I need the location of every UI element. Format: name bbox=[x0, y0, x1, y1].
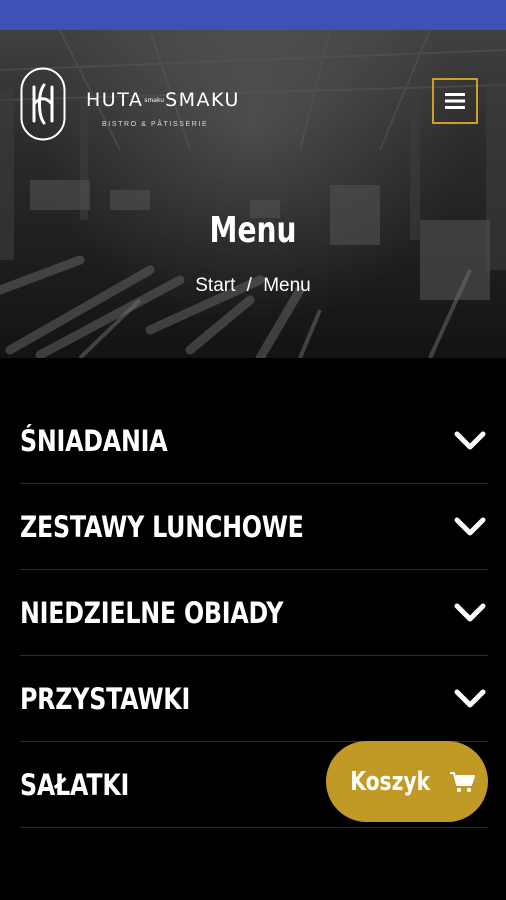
status-bar bbox=[0, 0, 506, 30]
hamburger-menu-button[interactable] bbox=[432, 78, 478, 124]
chevron-down-icon[interactable] bbox=[452, 681, 488, 717]
menu-category-label: PRZYSTAWKI bbox=[20, 681, 191, 716]
menu-category-niedzielne-obiady[interactable]: NIEDZIELNE OBIADY bbox=[20, 570, 488, 656]
menu-category-zestawy-lunchowe[interactable]: ZESTAWY LUNCHOWE bbox=[20, 484, 488, 570]
menu-category-przystawki[interactable]: PRZYSTAWKI bbox=[20, 656, 488, 742]
menu-category-label: SAŁATKI bbox=[20, 767, 130, 802]
cart-label: Koszyk bbox=[350, 766, 430, 797]
hero-banner: HUTAsmakuSMAKU BISTRO & PÂTISSERIE Menu … bbox=[0, 30, 506, 358]
menu-category-sniadania[interactable]: ŚNIADANIA bbox=[20, 398, 488, 484]
breadcrumb-separator: / bbox=[246, 275, 252, 296]
breadcrumb-home-link[interactable]: Start bbox=[195, 275, 235, 296]
cart-icon bbox=[450, 771, 476, 792]
hamburger-icon bbox=[445, 93, 465, 109]
menu-category-label: ZESTAWY LUNCHOWE bbox=[20, 509, 304, 544]
menu-category-label: ŚNIADANIA bbox=[20, 423, 168, 458]
chevron-down-icon[interactable] bbox=[452, 595, 488, 631]
hero-overlay bbox=[0, 30, 506, 358]
brand-logo[interactable]: HUTAsmakuSMAKU BISTRO & PÂTISSERIE bbox=[86, 90, 240, 128]
breadcrumb-current: Menu bbox=[263, 275, 311, 296]
chevron-down-icon[interactable] bbox=[452, 509, 488, 545]
page-title: Menu bbox=[209, 210, 297, 251]
brand-tagline: BISTRO & PÂTISSERIE bbox=[102, 120, 209, 128]
logo-emblem[interactable] bbox=[20, 67, 66, 146]
chevron-down-icon[interactable] bbox=[452, 423, 488, 459]
breadcrumb: Start / Menu bbox=[0, 274, 506, 298]
brand-name: HUTAsmakuSMAKU bbox=[86, 89, 240, 111]
cart-button[interactable]: Koszyk bbox=[326, 741, 488, 822]
menu-category-label: NIEDZIELNE OBIADY bbox=[20, 595, 284, 630]
